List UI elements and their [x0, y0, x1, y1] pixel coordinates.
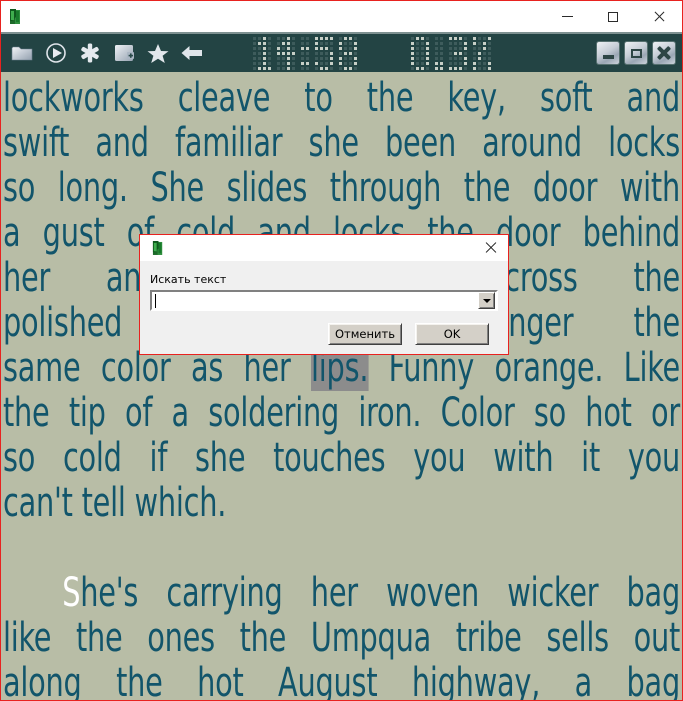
chevron-down-icon: [482, 298, 491, 303]
reader-line: She's carrying her woven wicker bag: [3, 571, 680, 616]
reader-text-area[interactable]: lockworks cleave to the key, soft and sw…: [1, 72, 682, 701]
reader-line-fragment: across the: [486, 255, 680, 301]
led-character: [435, 36, 443, 70]
toolbar-play-button[interactable]: [40, 37, 71, 69]
toolbar-back-button[interactable]: [176, 37, 207, 69]
green-book-icon: [152, 241, 162, 255]
app-close-button[interactable]: [653, 42, 675, 64]
app-toolbar: 14:58 0.3%: [1, 34, 682, 72]
open-folder-icon: [11, 46, 32, 61]
caret-letter: S: [62, 570, 81, 616]
search-field-label: Искать текст: [150, 273, 227, 286]
led-character: [339, 36, 357, 70]
reader-line: can't tell which.: [3, 480, 227, 526]
os-close-button[interactable]: [636, 1, 682, 32]
reader-line-fragment: polished: [3, 300, 123, 346]
back-arrow-icon: [181, 46, 202, 60]
minimize-icon: [561, 16, 573, 17]
search-input[interactable]: [152, 292, 478, 309]
os-maximize-button[interactable]: [590, 1, 636, 32]
restore-icon: [630, 48, 642, 58]
ok-button[interactable]: OK: [415, 323, 489, 345]
toolbar-button-group: [1, 37, 207, 69]
reader-line: swift and familiar she been around locks: [3, 120, 680, 166]
paragraph-break: [3, 526, 680, 571]
led-character: [473, 36, 491, 70]
app-icon: [1, 1, 31, 32]
led-character: [449, 36, 467, 70]
led-character: [301, 36, 309, 70]
toolbar-settings-button[interactable]: [74, 37, 105, 69]
toolbar-favorites-button[interactable]: [142, 37, 173, 69]
reader-line: like the ones the Umpqua tribe sells out: [3, 615, 680, 661]
green-book-icon: [10, 9, 20, 24]
reader-line: lockworks cleave to the key, soft and: [3, 75, 680, 121]
maximize-icon: [608, 11, 618, 22]
reader-line: along the hot August highway, a bag: [3, 660, 680, 701]
text-caret: [155, 293, 156, 308]
app-window-controls: [597, 34, 675, 72]
led-character: [277, 36, 295, 70]
star-icon: [147, 43, 168, 63]
add-bookmark-icon: [114, 45, 134, 61]
os-title-bar: [1, 1, 682, 32]
app-minimize-button[interactable]: [597, 42, 619, 64]
cancel-button[interactable]: Отменить: [328, 323, 402, 345]
led-character: [253, 36, 271, 70]
toolbar-open-button[interactable]: [6, 37, 37, 69]
asterisk-icon: [80, 43, 99, 63]
search-dropdown-button[interactable]: [478, 292, 495, 309]
search-combobox[interactable]: [150, 290, 498, 311]
close-icon: [653, 11, 665, 23]
clock-display: 14:58: [253, 34, 357, 72]
dialog-app-icon: [140, 235, 172, 261]
play-circle-icon: [45, 43, 66, 63]
dialog-body: Искать текст Отменить OK: [140, 261, 508, 345]
clock-dot-matrix: [253, 36, 357, 70]
led-character: [411, 36, 429, 70]
progress-display: 0.3%: [411, 34, 491, 72]
dialog-close-button[interactable]: [474, 235, 508, 261]
dialog-action-buttons: Отменить OK: [150, 311, 498, 345]
reader-line-fragment: finger the: [490, 300, 681, 346]
os-minimize-button[interactable]: [544, 1, 590, 32]
minimize-icon: [602, 55, 614, 59]
os-window-controls: [544, 1, 682, 32]
dialog-title-bar: [140, 235, 508, 261]
close-icon: [485, 242, 497, 254]
reader-line: so long. She slides through the door wit…: [3, 165, 680, 211]
reader-line-fragment: her and: [3, 255, 160, 301]
progress-dot-matrix: [411, 36, 491, 70]
reader-line: the tip of a soldering iron. Color so ho…: [3, 390, 680, 436]
reader-line: so cold if she touches you with it you: [3, 435, 680, 481]
toolbar-add-bookmark-button[interactable]: [108, 37, 139, 69]
close-icon: [657, 46, 671, 60]
led-character: [315, 36, 333, 70]
app-restore-button[interactable]: [625, 42, 647, 64]
reader-line-fragment: he's carrying her woven wicker bag: [80, 570, 680, 616]
application-window: 14:58 0.3% lockworks cleave to the key, …: [0, 0, 683, 701]
find-text-dialog: Искать текст Отменить OK: [139, 234, 509, 355]
